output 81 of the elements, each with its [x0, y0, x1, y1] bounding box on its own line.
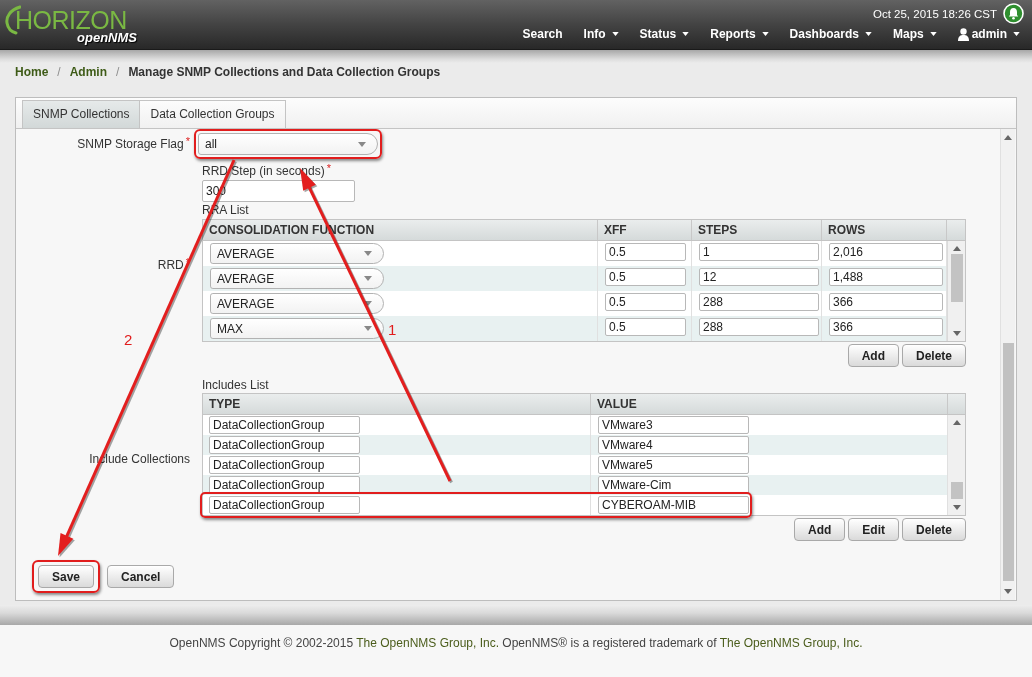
- annotation-number: 1: [388, 321, 397, 338]
- save-button[interactable]: Save: [38, 565, 95, 588]
- field-label: SNMP Storage Flag: [77, 136, 184, 152]
- field-label: RRD Step (in seconds): [202, 164, 325, 179]
- rows-input[interactable]: 2,016: [829, 243, 943, 261]
- value-input[interactable]: VMware4: [598, 436, 749, 454]
- footer-link[interactable]: The OpenNMS Group, Inc.: [356, 636, 499, 650]
- column-header: XFF: [598, 220, 692, 240]
- nav-link[interactable]: admin: [957, 26, 1020, 42]
- type-input[interactable]: DataCollectionGroup: [209, 496, 360, 514]
- scrollbar-thumb[interactable]: [950, 482, 963, 499]
- date-time: Oct 25, 2015 18:26 CST: [872, 7, 997, 20]
- breadcrumb-separator: /: [116, 64, 120, 81]
- xff-input[interactable]: 0.5: [605, 293, 686, 311]
- function-select[interactable]: AVERAGE: [210, 268, 384, 289]
- nav-link[interactable]: Status: [639, 26, 690, 42]
- xff-input[interactable]: 0.5: [605, 268, 686, 286]
- nav-link[interactable]: Info: [583, 26, 619, 42]
- copyright-text: OpenNMS Copyright © 2002-2015 The OpenNMS Group, Inc. OpenNMS® is a registered trademark of The OpenNMS Group, Inc.: [169, 635, 863, 652]
- rows-input[interactable]: 366: [829, 293, 943, 311]
- value-input[interactable]: CYBEROAM-MIB: [598, 496, 749, 514]
- nav-link[interactable]: Reports: [710, 26, 769, 42]
- steps-input[interactable]: 12: [699, 268, 819, 286]
- value-input[interactable]: VMware3: [598, 416, 749, 434]
- function-select[interactable]: AVERAGE: [210, 243, 384, 264]
- nav-link[interactable]: Search: [522, 26, 563, 42]
- rows-input[interactable]: 366: [829, 318, 943, 336]
- nav-link[interactable]: Dashboards: [789, 26, 872, 42]
- table-action-button[interactable]: Add: [793, 518, 846, 541]
- required-mark: *: [185, 134, 190, 147]
- type-input[interactable]: DataCollectionGroup: [209, 436, 360, 454]
- xff-input[interactable]: 0.5: [605, 318, 686, 336]
- scroll-up-icon[interactable]: [952, 246, 961, 251]
- value-input[interactable]: VMware5: [598, 456, 749, 474]
- scroll-down-icon[interactable]: [1004, 589, 1012, 594]
- user-icon: [957, 27, 969, 41]
- breadcrumb-link[interactable]: Admin: [69, 62, 108, 82]
- list-label: Includes List: [202, 378, 269, 393]
- column-header: STEPS: [692, 220, 822, 240]
- caret-icon: [364, 301, 372, 306]
- type-input[interactable]: DataCollectionGroup: [209, 416, 360, 434]
- function-select[interactable]: AVERAGE: [210, 293, 384, 314]
- required-mark: *: [326, 162, 331, 174]
- type-input[interactable]: DataCollectionGroup: [209, 456, 360, 474]
- page-title: Manage SNMP Collections and Data Collection Groups: [128, 64, 441, 81]
- rows-input[interactable]: 1,488: [829, 268, 943, 286]
- bell-icon[interactable]: [1003, 3, 1024, 24]
- table-action-button[interactable]: Add: [847, 344, 899, 367]
- table-action-button[interactable]: Delete: [901, 518, 966, 541]
- scroll-up-icon[interactable]: [1004, 135, 1012, 140]
- steps-input[interactable]: 288: [699, 318, 819, 336]
- tab[interactable]: SNMP Collections: [22, 100, 141, 128]
- storage-flag-select[interactable]: all: [198, 133, 378, 155]
- nav-link[interactable]: Maps: [892, 26, 937, 42]
- scroll-up-icon[interactable]: [952, 420, 961, 425]
- logo-subtitle: openNMS: [77, 31, 137, 45]
- scroll-down-icon[interactable]: [952, 505, 961, 510]
- breadcrumb-separator: /: [57, 64, 61, 81]
- breadcrumb-link[interactable]: Home: [15, 62, 49, 82]
- tab[interactable]: Data Collection Groups: [139, 100, 286, 128]
- table-action-button[interactable]: Edit: [848, 518, 899, 541]
- scrollbar-thumb[interactable]: [1002, 343, 1014, 581]
- table-action-button[interactable]: Delete: [901, 344, 966, 367]
- caret-icon: [364, 251, 372, 256]
- caret-icon: [364, 276, 372, 281]
- column-header: ROWS: [822, 220, 947, 240]
- steps-input[interactable]: 288: [699, 293, 819, 311]
- xff-input[interactable]: 0.5: [605, 243, 686, 261]
- steps-input[interactable]: 1: [699, 243, 819, 261]
- scrollbar-thumb[interactable]: [950, 254, 963, 302]
- column-header: VALUE: [591, 394, 948, 414]
- cancel-button[interactable]: Cancel: [107, 565, 175, 588]
- caret-icon: [358, 141, 366, 147]
- function-select[interactable]: MAX: [210, 318, 384, 339]
- footer-link[interactable]: The OpenNMS Group, Inc.: [719, 636, 863, 650]
- annotation-number: 2: [124, 331, 133, 348]
- field-label: RRD: [157, 258, 184, 273]
- scroll-down-icon[interactable]: [952, 331, 961, 336]
- caret-icon: [364, 326, 372, 331]
- logo-title: HORIZON: [15, 6, 127, 34]
- column-header: TYPE: [203, 394, 591, 414]
